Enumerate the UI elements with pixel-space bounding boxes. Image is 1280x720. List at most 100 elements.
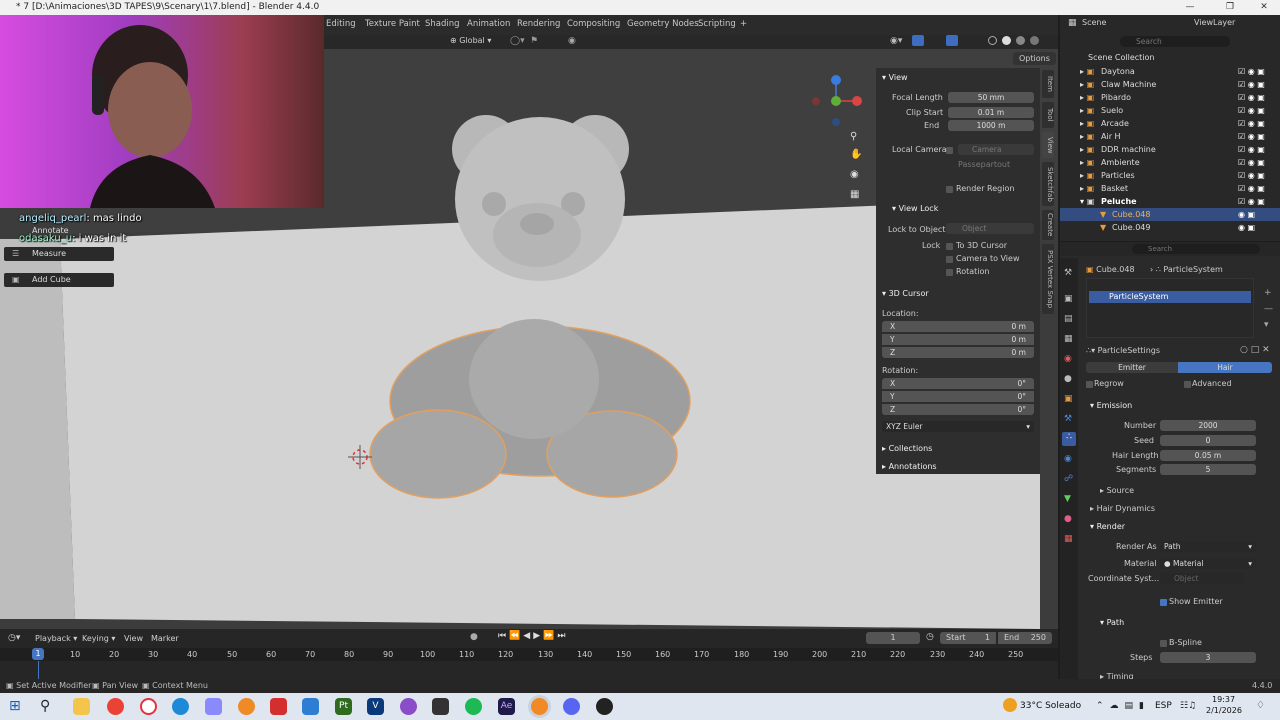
view-layer-selector[interactable]: ViewLayer xyxy=(1194,18,1235,27)
outliner-item[interactable]: ▸ ▣ Daytona ☑ ◉ ▣ xyxy=(1060,65,1280,78)
outliner-item[interactable]: ▸ ▣ Basket ☑ ◉ ▣ xyxy=(1060,182,1280,195)
opera-icon[interactable] xyxy=(140,698,157,715)
tab-editing[interactable]: Editing xyxy=(326,19,356,29)
edge-icon[interactable] xyxy=(172,698,189,715)
view-lock-header[interactable]: ▾ View Lock xyxy=(892,204,938,213)
advanced-checkbox[interactable] xyxy=(1184,381,1191,388)
add-slot-icon[interactable]: + xyxy=(1264,288,1272,298)
remove-slot-icon[interactable]: — xyxy=(1264,304,1273,314)
world-tab-icon[interactable]: ● xyxy=(1064,374,1072,384)
weather-text[interactable]: 33°C Soleado xyxy=(1020,701,1081,711)
hair-dynamics-panel[interactable]: ▸ Hair Dynamics xyxy=(1090,504,1155,513)
snap-icon[interactable]: ⚑ xyxy=(530,36,538,46)
render-tab-icon[interactable]: ▣ xyxy=(1064,294,1073,304)
outliner-item[interactable]: ▸ ▣ Ambiente ☑ ◉ ▣ xyxy=(1060,156,1280,169)
v-app-icon[interactable]: V xyxy=(367,698,384,715)
material-dropdown[interactable]: ● Material ▾ xyxy=(1160,558,1256,569)
hair-length-field[interactable]: 0.05 m xyxy=(1160,450,1256,461)
particle-system-item[interactable]: ParticleSystem xyxy=(1089,291,1251,303)
tab-compositing[interactable]: Compositing xyxy=(567,19,620,29)
annotations-header[interactable]: ▸ Annotations xyxy=(882,462,937,471)
outliner-item-selected[interactable]: ▼ Cube.048 ◉ ▣ xyxy=(1060,208,1280,221)
notification-icon[interactable]: ♢ xyxy=(1256,700,1265,711)
show-emitter-checkbox[interactable] xyxy=(1160,599,1167,606)
tool-add-cube[interactable]: ▣ Add Cube xyxy=(4,273,114,287)
tab-animation[interactable]: Animation xyxy=(467,19,510,29)
euler-dropdown[interactable]: XYZ Euler ▾ xyxy=(882,421,1034,432)
app-icon[interactable] xyxy=(400,698,417,715)
cursor-loc-y[interactable]: Y0 m xyxy=(882,334,1034,345)
tab-scripting[interactable]: Scripting xyxy=(698,19,736,29)
properties-search[interactable]: Search xyxy=(1132,244,1260,254)
blender-icon[interactable] xyxy=(238,698,255,715)
tool-tab-icon[interactable]: ⚒ xyxy=(1064,268,1072,278)
steps-field[interactable]: 3 xyxy=(1160,652,1256,663)
render-region-checkbox[interactable] xyxy=(946,186,953,193)
rendered-shading-icon[interactable] xyxy=(1030,36,1039,45)
after-effects-icon[interactable]: Ae xyxy=(498,698,515,715)
pivot-icon[interactable]: ◯▾ xyxy=(510,36,525,46)
texture-tab-icon[interactable]: ▦ xyxy=(1064,534,1073,544)
solid-shading-icon[interactable] xyxy=(1002,36,1011,45)
physics-tab-icon[interactable]: ◉ xyxy=(1064,454,1072,464)
focal-length-field[interactable]: 50 mm xyxy=(948,92,1034,103)
discord-icon[interactable] xyxy=(563,698,580,715)
zoom-icon[interactable]: ⚲ xyxy=(850,131,857,142)
search-icon[interactable]: ⚲ xyxy=(40,698,50,714)
scene-tab-icon[interactable]: ◉ xyxy=(1064,354,1072,364)
emission-header[interactable]: ▾ Emission xyxy=(1090,401,1132,410)
object-tab-icon[interactable]: ▣ xyxy=(1064,394,1073,404)
camera-field[interactable]: Camera xyxy=(958,144,1034,155)
render-as-dropdown[interactable]: Path ▾ xyxy=(1160,541,1256,552)
editor-type-icon[interactable]: ◷▾ xyxy=(8,633,20,643)
seed-field[interactable]: 0 xyxy=(1160,435,1256,446)
new-settings-icon[interactable]: ○ □ ✕ xyxy=(1240,345,1270,355)
outliner-search[interactable]: Search xyxy=(1120,36,1230,47)
scene-collection[interactable]: Scene Collection xyxy=(1088,53,1155,62)
modifier-tab-icon[interactable]: ⚒ xyxy=(1064,414,1072,424)
marker-menu[interactable]: Marker xyxy=(151,634,179,643)
cursor-rot-z[interactable]: Z 0° xyxy=(882,404,1034,415)
keying-menu[interactable]: Keying ▾ xyxy=(82,634,115,643)
playback-menu[interactable]: Playback ▾ xyxy=(35,634,77,643)
cursor-rot-y[interactable]: Y 0° xyxy=(882,391,1034,402)
scene-selector[interactable]: Scene xyxy=(1082,18,1106,27)
data-tab-icon[interactable]: ▼ xyxy=(1064,494,1071,504)
clock-date[interactable]: 2/1/2026 xyxy=(1206,706,1242,715)
emitter-type-button[interactable]: Emitter xyxy=(1086,362,1178,373)
output-tab-icon[interactable]: ▤ xyxy=(1064,314,1073,324)
close-icon[interactable]: ✕ xyxy=(1246,0,1280,15)
collections-header[interactable]: ▸ Collections xyxy=(882,444,932,453)
start-frame-field[interactable]: Start 1 xyxy=(940,632,996,644)
outliner-item[interactable]: ▼ Cube.049 ◉ ▣ xyxy=(1060,221,1280,234)
add-workspace-icon[interactable]: + xyxy=(740,19,747,29)
language-indicator[interactable]: ESP xyxy=(1155,701,1172,711)
outliner-item[interactable]: ▸ ▣ Pibardo ☑ ◉ ▣ xyxy=(1060,91,1280,104)
outliner-item[interactable]: ▸ ▣ Suelo ☑ ◉ ▣ xyxy=(1060,104,1280,117)
pan-hand-icon[interactable]: ✋ xyxy=(850,149,862,160)
path-subpanel-header[interactable]: ▾ Path xyxy=(1100,618,1124,627)
playback-controls[interactable]: ⏮⏪◀▶⏩⏭ xyxy=(498,631,568,641)
clock-icon[interactable]: ◷ xyxy=(926,632,934,642)
render-panel-header[interactable]: ▾ Render xyxy=(1090,522,1125,531)
clip-start-field[interactable]: 0.01 m xyxy=(948,107,1034,118)
maximize-icon[interactable]: ❐ xyxy=(1212,0,1248,15)
view-menu[interactable]: View xyxy=(124,634,143,643)
outliner-item[interactable]: ▸ ▣ Arcade ☑ ◉ ▣ xyxy=(1060,117,1280,130)
outliner-item[interactable]: ▸ ▣ DDR machine ☑ ◉ ▣ xyxy=(1060,143,1280,156)
camera-view-icon[interactable]: ◉ xyxy=(850,169,859,180)
cursor-rot-x[interactable]: X 0° xyxy=(882,378,1034,389)
visibility-icon[interactable]: ◉▾ xyxy=(890,36,902,46)
minimize-icon[interactable]: — xyxy=(1172,0,1208,15)
video-app-icon[interactable] xyxy=(270,698,287,715)
cursor-loc-z[interactable]: Z0 m xyxy=(882,347,1034,358)
particle-settings-selector[interactable]: ∴▾ ParticleSettings xyxy=(1086,346,1160,355)
clip-end-field[interactable]: 1000 m xyxy=(948,120,1034,131)
tab-view[interactable]: View xyxy=(1042,132,1054,158)
file-explorer-icon[interactable] xyxy=(73,698,90,715)
record-icon[interactable]: ● xyxy=(470,632,478,642)
gizmo-toggle-icon[interactable] xyxy=(912,35,924,46)
app-icon[interactable] xyxy=(205,698,222,715)
tool-annotate[interactable]: Annotate xyxy=(4,224,114,238)
transform-orientation-dropdown[interactable]: ⊕ Global ▾ xyxy=(450,36,491,45)
